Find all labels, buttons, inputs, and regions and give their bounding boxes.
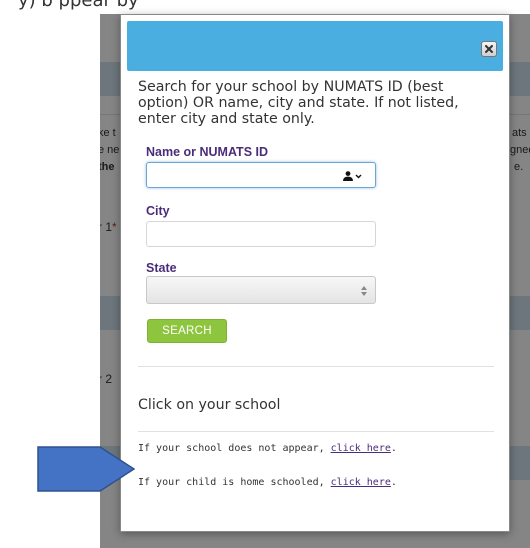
school-not-appear-link[interactable]: click here [331,443,391,454]
city-input[interactable] [146,221,376,247]
school-search-modal: Search for your school by NUMATS ID (bes… [120,14,510,532]
home-schooled-link[interactable]: click here [331,477,391,488]
modal-header [127,21,503,71]
school-not-appear-note: If your school does not appear, click he… [138,443,397,454]
caption-text: y) b ppear by [18,0,139,11]
footnote-divider [138,431,494,432]
results-heading: Click on your school [138,397,281,413]
name-or-numats-input[interactable] [146,162,376,188]
select-arrows-icon [361,286,367,296]
state-select[interactable] [146,276,376,304]
search-instructions: Search for your school by NUMATS ID (bes… [138,79,459,127]
caption-strip: y) b ppear by [0,0,530,14]
annotation-arrow [37,446,135,492]
city-field-label: City [146,204,170,218]
home-schooled-note: If your child is home schooled, click he… [138,477,397,488]
close-icon [485,45,493,53]
person-icon[interactable] [343,171,365,181]
results-divider [138,366,494,367]
state-field-label: State [146,261,177,275]
close-button[interactable] [481,41,497,57]
search-button[interactable]: SEARCH [147,319,227,343]
name-field-label: Name or NUMATS ID [146,145,269,159]
